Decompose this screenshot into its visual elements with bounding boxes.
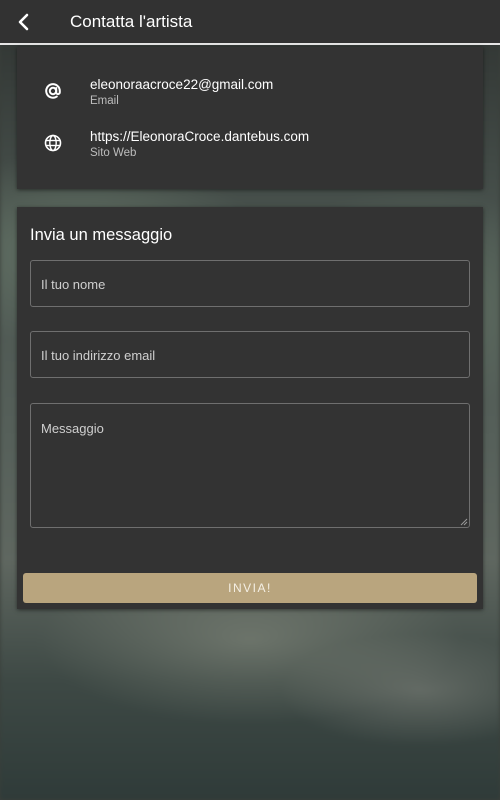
resize-handle-icon[interactable] — [460, 518, 468, 526]
contact-website-value: https://EleonoraCroce.dantebus.com — [90, 129, 310, 144]
email-input[interactable]: Il tuo indirizzo email — [30, 331, 470, 378]
contact-info-card: eleonoraacroce22@gmail.com Email https:/… — [17, 47, 483, 189]
page-title: Contatta l'artista — [70, 11, 193, 31]
back-button[interactable] — [0, 0, 48, 44]
message-textarea-placeholder: Messaggio — [41, 421, 104, 436]
app-header: Contatta l'artista — [0, 0, 500, 45]
name-input-placeholder: Il tuo nome — [41, 277, 106, 292]
chevron-left-icon — [18, 13, 29, 30]
send-button[interactable]: INVIA! — [23, 573, 477, 603]
name-input[interactable]: Il tuo nome — [30, 260, 470, 307]
globe-icon — [43, 133, 63, 153]
contact-email-value: eleonoraacroce22@gmail.com — [90, 77, 274, 92]
email-input-placeholder: Il tuo indirizzo email — [41, 348, 156, 363]
contact-email-label: Email — [90, 95, 119, 107]
contact-website-row[interactable]: https://EleonoraCroce.dantebus.com Sito … — [17, 129, 483, 169]
form-title: Invia un messaggio — [30, 226, 173, 244]
at-icon — [43, 81, 63, 101]
message-textarea[interactable]: Messaggio — [30, 403, 470, 528]
contact-email-row[interactable]: eleonoraacroce22@gmail.com Email — [17, 77, 483, 117]
message-form-card: Invia un messaggio Il tuo nome Il tuo in… — [17, 207, 483, 609]
contact-website-label: Sito Web — [90, 147, 137, 159]
